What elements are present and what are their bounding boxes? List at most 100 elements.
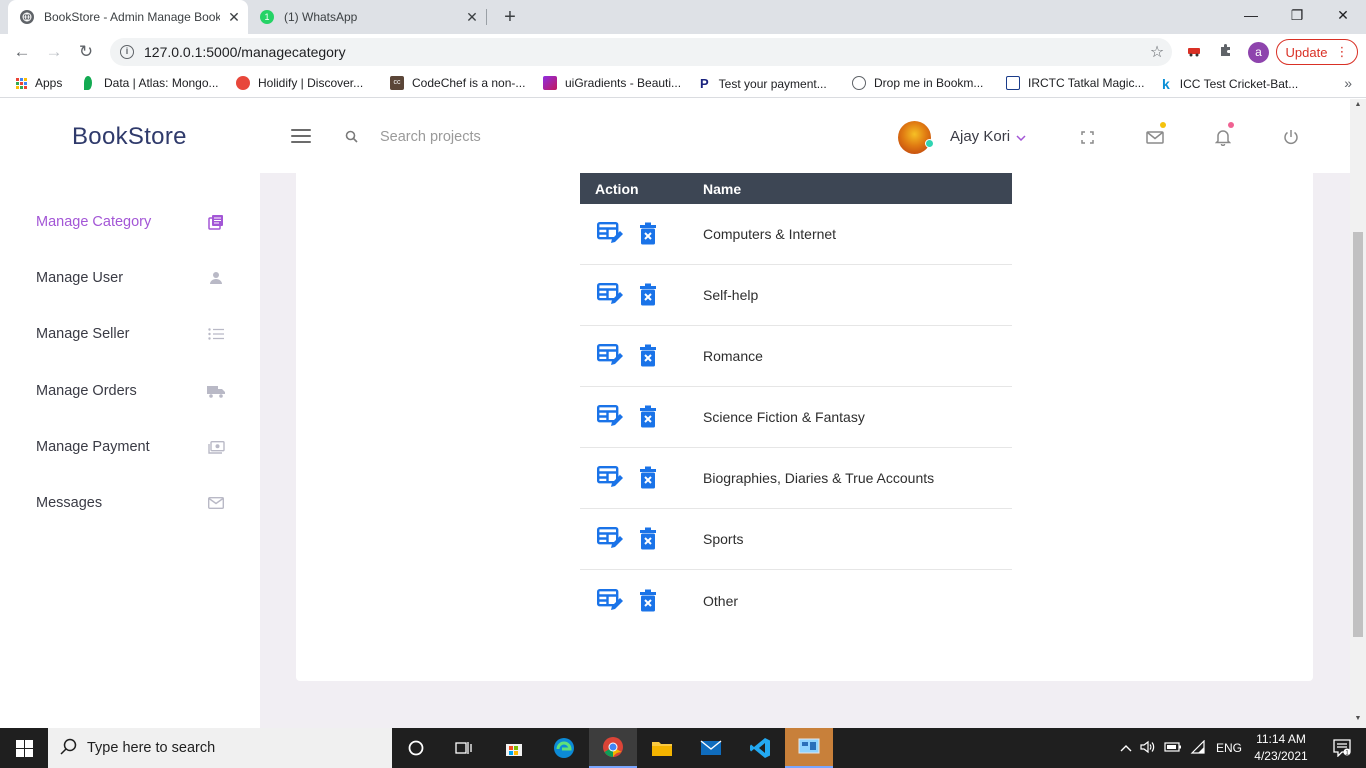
taskbar-search-box[interactable]: Type here to search (48, 728, 392, 768)
category-name: Science Fiction & Fantasy (703, 409, 865, 425)
sidebar-item-label: Manage Seller (36, 326, 130, 342)
bookmark-holidify[interactable]: Holidify | Discover... (236, 76, 363, 90)
mail-icon (206, 493, 226, 513)
edit-icon[interactable] (597, 405, 624, 429)
bookmark-irctc[interactable]: IRCTC Tatkal Magic... (1006, 76, 1144, 90)
search-input[interactable] (372, 123, 592, 151)
info-icon[interactable]: i (120, 45, 134, 59)
cortana-icon[interactable] (392, 728, 440, 768)
list-icon (206, 324, 226, 344)
tab-bookstore[interactable]: BookStore - Admin Manage Book ✕ (8, 0, 248, 34)
sidebar-item-manage-category[interactable]: Manage Category (36, 210, 226, 234)
profile-avatar[interactable]: a (1248, 42, 1269, 63)
notification-center-icon[interactable]: 1 (1318, 728, 1366, 768)
table-row: Other (580, 570, 1012, 631)
forward-icon[interactable]: → (40, 38, 68, 66)
holidify-icon (236, 76, 250, 90)
category-card: Action Name Computers & Internet Self-hel… (296, 99, 1313, 681)
reload-icon[interactable]: ↻ (72, 38, 100, 66)
sidebar-item-label: Manage Category (36, 214, 152, 230)
new-tab-button[interactable]: + (497, 4, 523, 30)
minimize-button[interactable]: — (1228, 0, 1274, 30)
task-view-icon[interactable] (440, 728, 488, 768)
wifi-icon[interactable] (1190, 739, 1206, 757)
scroll-up-icon[interactable]: ▲ (1354, 101, 1362, 108)
table-row: Biographies, Diaries & True Accounts (580, 448, 1012, 509)
edge-icon[interactable] (540, 728, 588, 768)
edit-icon[interactable] (597, 466, 624, 490)
brand-logo[interactable]: BookStore (72, 123, 187, 151)
category-name: Computers & Internet (703, 226, 837, 242)
chevron-double-right-icon[interactable]: » (1344, 75, 1352, 91)
hamburger-menu-icon[interactable] (291, 129, 311, 143)
close-tab-icon[interactable]: ✕ (458, 9, 486, 26)
avatar[interactable] (898, 121, 931, 154)
power-icon[interactable] (1281, 127, 1301, 147)
taskbar-search-placeholder: Type here to search (87, 740, 216, 756)
vscode-icon[interactable] (736, 728, 784, 768)
scroll-down-icon[interactable]: ▼ (1354, 715, 1362, 722)
windows-start-icon[interactable] (0, 728, 48, 768)
extension-icon[interactable] (1184, 42, 1204, 62)
update-button[interactable]: Update ⋮ (1276, 39, 1358, 65)
tab-whatsapp[interactable]: 1 (1) WhatsApp ✕ (252, 0, 486, 34)
bookmark-label: Drop me in Bookm... (874, 76, 984, 90)
sidebar-item-label: Messages (36, 495, 103, 511)
close-tab-icon[interactable]: ✕ (220, 9, 248, 26)
mail-app-icon[interactable] (687, 728, 735, 768)
mail-icon[interactable] (1145, 127, 1165, 147)
delete-icon[interactable] (638, 283, 658, 307)
edit-icon[interactable] (597, 588, 624, 613)
control-panel-icon[interactable] (785, 728, 833, 768)
file-explorer-icon[interactable] (638, 728, 686, 768)
delete-icon[interactable] (638, 344, 658, 368)
delete-icon[interactable] (638, 466, 658, 490)
bookmark-label: IRCTC Tatkal Magic... (1028, 76, 1145, 90)
user-name: Ajay Kori (950, 128, 1011, 145)
row-actions (580, 222, 703, 246)
delete-icon[interactable] (638, 405, 658, 429)
address-bar[interactable]: i 127.0.0.1:5000/managecategory ☆ (110, 38, 1172, 66)
restore-button[interactable]: ❐ (1274, 0, 1320, 30)
delete-icon[interactable] (638, 222, 658, 246)
category-name: Self-help (703, 287, 759, 303)
sidebar-item-manage-user[interactable]: Manage User (36, 266, 226, 290)
store-icon[interactable] (490, 728, 538, 768)
back-icon[interactable]: ← (8, 38, 36, 66)
edit-icon[interactable] (597, 527, 624, 551)
bookmark-star-icon[interactable]: ☆ (1142, 42, 1172, 62)
sidebar-item-manage-orders[interactable]: Manage Orders (36, 379, 226, 403)
sidebar-item-messages[interactable]: Messages (36, 491, 226, 515)
bookmark-label: uiGradients - Beauti... (565, 76, 682, 90)
bookmark-uigradients[interactable]: uiGradients - Beauti... (543, 76, 681, 90)
language-indicator[interactable]: ENG (1216, 741, 1242, 755)
sidebar-item-manage-payment[interactable]: Manage Payment (36, 435, 226, 459)
bookmark-icc[interactable]: k ICC Test Cricket-Bat... (1162, 76, 1298, 92)
edit-icon[interactable] (597, 344, 624, 368)
page-scrollbar[interactable]: ▲ ▼ (1350, 99, 1366, 728)
delete-icon[interactable] (638, 589, 658, 613)
bell-icon[interactable] (1213, 127, 1233, 147)
chevron-up-icon[interactable] (1120, 741, 1132, 755)
taskbar-clock[interactable]: 11:14 AM 4/23/2021 (1246, 731, 1316, 765)
puzzle-icon[interactable] (1216, 42, 1236, 62)
edit-icon[interactable] (597, 283, 624, 307)
bookmark-payment[interactable]: P Test your payment... (700, 76, 827, 91)
user-menu[interactable]: Ajay Kori (950, 128, 1026, 145)
bookmark-apps[interactable]: Apps (16, 76, 62, 90)
chrome-icon[interactable] (589, 728, 637, 768)
table-row: Sports (580, 509, 1012, 570)
battery-icon[interactable] (1164, 741, 1182, 755)
payment-icon (206, 437, 226, 457)
window-close-button[interactable]: ✕ (1320, 0, 1366, 30)
sidebar-item-manage-seller[interactable]: Manage Seller (36, 322, 226, 346)
scroll-thumb[interactable] (1353, 232, 1363, 637)
volume-icon[interactable] (1140, 740, 1156, 757)
delete-icon[interactable] (638, 527, 658, 551)
fullscreen-icon[interactable] (1077, 127, 1097, 147)
bookmark-codechef[interactable]: cc CodeChef is a non-... (390, 76, 525, 90)
edit-icon[interactable] (597, 222, 624, 246)
bookmark-atlas[interactable]: Data | Atlas: Mongo... (84, 76, 219, 90)
browser-toolbar: ← → ↻ i 127.0.0.1:5000/managecategory ☆ … (0, 34, 1366, 70)
bookmark-dropme[interactable]: Drop me in Bookm... (852, 76, 983, 90)
